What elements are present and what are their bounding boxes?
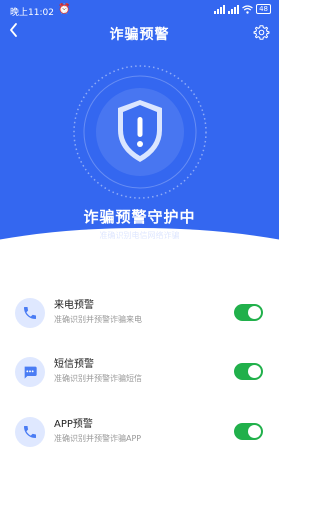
signal-icon [214, 4, 226, 14]
feature-description: 准确识别并预警诈骗APP [54, 434, 142, 443]
alarm-icon: ⏰ [58, 4, 71, 15]
status-bar: 晚上11:02 ⏰ 48 [0, 0, 279, 20]
phone-icon [15, 417, 45, 447]
feature-description: 准确识别并预警诈骗短信 [54, 374, 142, 383]
gear-icon[interactable] [253, 24, 270, 41]
battery-icon: 48 [256, 4, 271, 14]
sms-alert-toggle[interactable] [234, 363, 263, 380]
status-icons: 48 [214, 4, 271, 14]
feature-row-sms-alert: 短信预警 准确识别并预警诈骗短信 [0, 351, 279, 395]
feature-title: 来电预警 [54, 300, 94, 311]
toggle-knob [248, 306, 261, 319]
feature-title: APP预警 [54, 419, 93, 430]
wifi-icon [242, 4, 253, 14]
protection-status-title: 诈骗预警守护中 [83, 208, 196, 226]
shield-status-graphic [66, 58, 214, 206]
page-title: 诈骗预警 [109, 27, 170, 43]
protection-status-subtitle: 准确识别电信网络诈骗 [99, 231, 180, 240]
feature-description: 准确识别并预警诈骗来电 [54, 315, 142, 324]
status-time: 晚上11:02 [10, 8, 54, 18]
feature-row-call-alert: 来电预警 准确识别并预警诈骗来电 [0, 292, 279, 336]
toggle-knob [248, 425, 261, 438]
feature-title: 短信预警 [54, 359, 94, 370]
signal-icon [228, 4, 240, 14]
toggle-knob [248, 365, 261, 378]
message-icon [15, 357, 45, 387]
app-alert-toggle[interactable] [234, 423, 263, 440]
phone-icon [15, 298, 45, 328]
call-alert-toggle[interactable] [234, 304, 263, 321]
feature-row-app-alert: APP预警 准确识别并预警诈骗APP [0, 411, 279, 455]
